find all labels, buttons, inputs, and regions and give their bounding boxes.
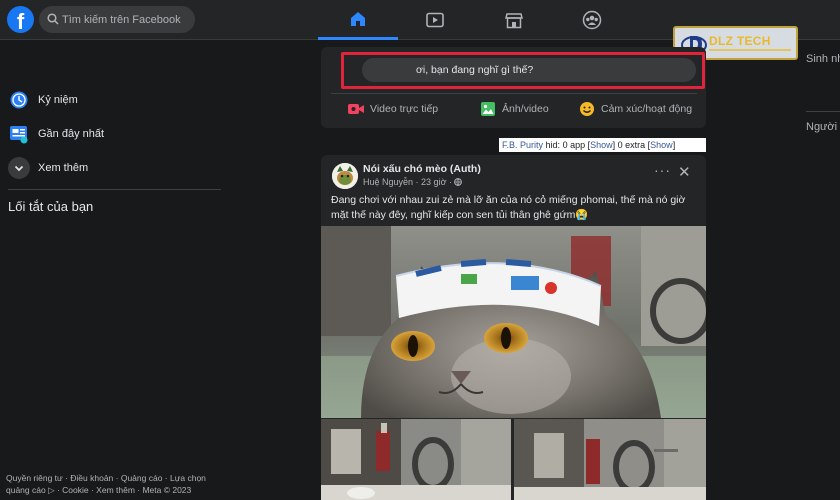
sidebar-divider bbox=[8, 189, 221, 190]
feeling-activity-button[interactable]: Cảm xúc/hoạt động bbox=[579, 99, 692, 119]
close-icon[interactable]: ✕ bbox=[678, 163, 691, 181]
clock-icon bbox=[8, 89, 30, 111]
group-avatar[interactable] bbox=[332, 163, 358, 189]
sidebar-item-label: Xem thêm bbox=[38, 162, 89, 174]
photo-icon bbox=[480, 101, 496, 117]
feeling-activity-label: Cảm xúc/hoạt động bbox=[601, 103, 693, 115]
post-meta: Huệ Nguyễn · 23 giờ · bbox=[363, 177, 463, 187]
feed-post: Nói xấu chó mèo (Auth) Huệ Nguyễn · 23 g… bbox=[321, 155, 706, 500]
fb-purity-extra-count: 0 extra bbox=[617, 140, 646, 150]
composer-divider bbox=[331, 93, 697, 94]
home-icon bbox=[351, 11, 365, 26]
feed-icon bbox=[8, 123, 30, 145]
fb-purity-hid-label: hid: bbox=[545, 140, 561, 150]
facebook-logo[interactable]: f bbox=[7, 6, 34, 33]
watermark-text: DLZ TECH bbox=[709, 34, 771, 48]
fb-purity-show-apps-link[interactable]: Show bbox=[590, 140, 613, 150]
tab-watch[interactable] bbox=[395, 0, 475, 40]
post-group-name[interactable]: Nói xấu chó mèo (Auth) bbox=[363, 163, 481, 175]
live-video-label: Video trực tiếp bbox=[370, 103, 439, 115]
sidebar-item-see-more[interactable]: Xem thêm bbox=[8, 155, 88, 181]
post-text: Đang chơi với nhau zui zẻ mà lỡ ăn của n… bbox=[331, 194, 686, 221]
post-time[interactable]: 23 giờ bbox=[421, 177, 446, 187]
globe-icon bbox=[454, 178, 463, 186]
search-box[interactable] bbox=[39, 6, 195, 33]
photo-video-button[interactable]: Ảnh/video bbox=[480, 99, 549, 119]
sidebar-item-label: Kỷ niệm bbox=[38, 94, 78, 106]
live-video-icon bbox=[348, 101, 364, 117]
red-highlight-box bbox=[341, 52, 705, 89]
sidebar-item-recent[interactable]: Gần đây nhất bbox=[8, 121, 104, 147]
fb-purity-brand[interactable]: F.B. Purity bbox=[502, 140, 543, 150]
birthdays-heading: Sinh nh bbox=[806, 53, 840, 65]
tab-marketplace[interactable] bbox=[474, 0, 554, 40]
tab-groups[interactable] bbox=[552, 0, 632, 40]
live-video-button[interactable]: Video trực tiếp bbox=[348, 99, 438, 119]
footer-links-line-2[interactable]: quảng cáo ▷ · Cookie · Xem thêm · Meta ©… bbox=[6, 484, 226, 496]
groups-icon bbox=[582, 10, 602, 30]
right-divider bbox=[806, 111, 840, 112]
tab-home[interactable] bbox=[318, 0, 398, 40]
photo-video-label: Ảnh/video bbox=[502, 103, 549, 115]
fb-purity-bar: F.B. Purity hid: 0 app [Show] 0 extra [S… bbox=[499, 138, 706, 152]
search-icon bbox=[47, 13, 59, 25]
watermark-tagline-bar bbox=[709, 49, 791, 51]
chevron-down-icon bbox=[8, 157, 30, 179]
sidebar-footer: Quyền riêng tư · Điều khoản · Quảng cáo … bbox=[6, 472, 226, 496]
search-input[interactable] bbox=[62, 6, 190, 33]
post-composer: ơi, bạn đang nghĩ gì thế? Video trực tiế… bbox=[321, 47, 706, 128]
more-options-icon[interactable]: ··· bbox=[654, 162, 671, 178]
post-photo-main[interactable] bbox=[321, 226, 706, 418]
footer-links-line-1[interactable]: Quyền riêng tư · Điều khoản · Quảng cáo … bbox=[6, 472, 226, 484]
sidebar-item-label: Gần đây nhất bbox=[38, 128, 105, 140]
contacts-heading: Người bbox=[806, 121, 838, 133]
sidebar-item-memories[interactable]: Kỷ niệm bbox=[8, 87, 78, 113]
store-icon bbox=[505, 12, 523, 28]
fb-purity-show-extra-link[interactable]: Show bbox=[650, 140, 673, 150]
video-icon bbox=[426, 12, 444, 28]
post-author[interactable]: Huệ Nguyễn bbox=[363, 177, 413, 187]
feeling-icon bbox=[579, 101, 595, 117]
post-photo-2[interactable] bbox=[321, 419, 511, 500]
fb-purity-app-count: 0 app bbox=[562, 140, 586, 150]
post-photo-3[interactable] bbox=[514, 419, 706, 500]
facebook-app: { "topbar": { "logo": "f", "search_place… bbox=[0, 0, 840, 500]
shortcuts-heading: Lối tắt của bạn bbox=[8, 199, 94, 214]
